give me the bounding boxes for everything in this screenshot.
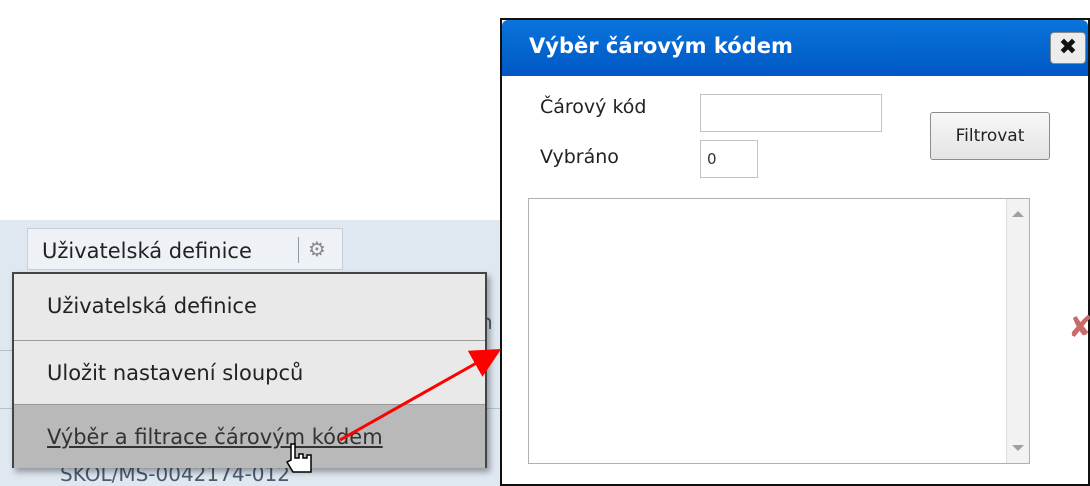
x-icon[interactable]: ✘ xyxy=(1068,310,1090,345)
dropdown-label: Uživatelská definice xyxy=(42,239,252,263)
dialog-title: Výběr čárovým kódem xyxy=(529,34,793,58)
selected-label: Vybráno xyxy=(540,146,619,168)
context-menu: Uživatelská definice Uložit nastavení sl… xyxy=(12,272,487,468)
barcode-dialog: Výběr čárovým kódem ✖ Čárový kód Vybráno… xyxy=(500,18,1090,486)
barcode-label: Čárový kód xyxy=(540,96,647,118)
menu-item-barcode-filter[interactable]: Výběr a filtrace čárovým kódem xyxy=(14,404,485,468)
menu-item-user-definition[interactable]: Uživatelská definice xyxy=(14,274,485,338)
menu-item-label: Uživatelská definice xyxy=(47,294,257,318)
dialog-title-bar: Výběr čárovým kódem ✖ xyxy=(502,20,1088,76)
scroll-up-icon[interactable] xyxy=(1012,211,1024,217)
menu-item-label: Výběr a filtrace čárovým kódem xyxy=(47,425,383,449)
menu-item-save-columns[interactable]: Uložit nastavení sloupců xyxy=(14,340,485,404)
filter-button[interactable]: Filtrovat xyxy=(930,112,1050,160)
scroll-down-icon[interactable] xyxy=(1012,445,1024,451)
gear-icon[interactable]: ⚙ xyxy=(308,239,326,259)
menu-item-label: Uložit nastavení sloupců xyxy=(47,361,304,385)
selected-count-field xyxy=(700,140,758,178)
close-button[interactable]: ✖ xyxy=(1050,32,1086,64)
listbox-scrollbar[interactable] xyxy=(1006,199,1029,463)
separator xyxy=(298,237,299,263)
barcode-listbox[interactable] xyxy=(528,198,1030,464)
barcode-input[interactable] xyxy=(700,94,882,132)
user-definition-dropdown[interactable]: Uživatelská definice ⚙ xyxy=(27,228,343,270)
